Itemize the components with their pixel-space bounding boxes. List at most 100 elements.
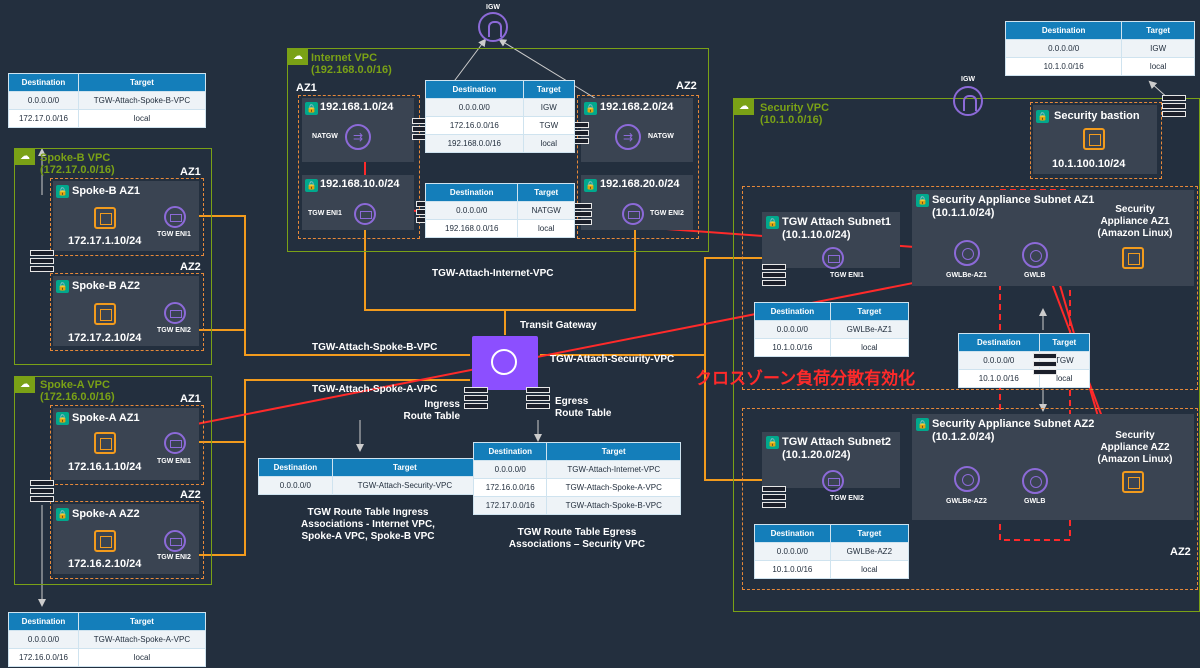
tgw-subnet-az1-cidr: 192.168.10.0/24	[320, 178, 400, 190]
appliance-subnet-az1-name: Security Appliance Subnet AZ1 (10.1.1.0/…	[932, 194, 1095, 219]
spoke-b-az2-ip: 172.17.2.10/24	[68, 332, 142, 344]
table-row: 10.1.0.0/16 local	[1004, 57, 1195, 76]
cell: 10.1.0.0/16	[754, 560, 831, 579]
security-appliance-icon	[1122, 247, 1144, 269]
target-header: Target	[1121, 21, 1195, 40]
public-subnet-az1-cidr: 192.168.1.0/24	[320, 101, 394, 113]
route-table-icon	[30, 480, 54, 502]
cross-zone-annotation: クロスゾーン負荷分散有効化	[695, 369, 916, 388]
table-row: 0.0.0.0/0 IGW	[1004, 39, 1195, 58]
gwlb-icon	[1022, 468, 1048, 494]
internet-vpc-cidr: (192.168.0.0/16)	[311, 64, 392, 76]
lock-icon: 🔒	[56, 508, 69, 521]
target-header: Target	[546, 442, 681, 461]
destination-header: Destination	[425, 80, 524, 99]
cell: TGW	[522, 116, 576, 135]
table-row: 172.17.0.0/16 TGW-Attach-Spoke-B-VPC	[472, 496, 681, 515]
cell: local	[829, 560, 910, 579]
target-header: Target	[331, 458, 479, 477]
transit-gateway-icon	[472, 336, 538, 390]
security-az2-label: AZ2	[1170, 546, 1191, 558]
spoke-a-az2-name: Spoke-A AZ2	[72, 508, 140, 520]
tgw-ingress-route-table: Destination Target 0.0.0.0/0 TGW-Attach-Se…	[258, 458, 479, 495]
natgw-label: NATGW	[312, 133, 338, 140]
gwlb-az1-label: GWLB	[1024, 272, 1046, 279]
cell: TGW-Attach-Spoke-B-VPC	[546, 496, 681, 515]
cell: local	[1121, 57, 1195, 76]
security-mid-route-table: Destination Target 0.0.0.0/0 TGW 10.1.0.0/…	[958, 333, 1091, 388]
table-row: 10.1.0.0/16 local	[958, 369, 1091, 388]
tgw-eni1-label: TGW ENI1	[308, 210, 342, 217]
cell: 172.17.0.0/16	[8, 109, 79, 128]
cloud-icon: ☁	[15, 377, 35, 393]
destination-header: Destination	[1004, 21, 1123, 40]
target-header: Target	[517, 183, 575, 202]
spoke-a-cidr: (172.16.0.0/16)	[40, 391, 115, 403]
table-row: 192.168.0.0/16 local	[425, 134, 576, 153]
tgw-eni2-label: TGW ENI2	[650, 210, 684, 217]
cell: 0.0.0.0/0	[1004, 39, 1123, 58]
cell: TGW-Attach-Security-VPC	[331, 476, 479, 495]
cell: 0.0.0.0/0	[258, 476, 333, 495]
cell: local	[517, 219, 575, 238]
cell: 0.0.0.0/0	[8, 630, 79, 649]
security-top-route-table: Destination Target 0.0.0.0/0 IGW 10.1.0.0/…	[1004, 21, 1195, 76]
spoke-b-az1-ip: 172.17.1.10/24	[68, 235, 142, 247]
appliance-az1-label: Security Appliance AZ1 (Amazon Linux)	[1097, 204, 1173, 239]
cell: 172.17.0.0/16	[472, 496, 548, 515]
cell: 0.0.0.0/0	[8, 91, 79, 110]
lock-icon: 🔒	[56, 412, 69, 425]
cell: 10.1.0.0/16	[958, 369, 1040, 388]
egress-label: Egress Route Table	[555, 396, 612, 419]
attach-spoke-b-label: TGW-Attach-Spoke-B-VPC	[312, 342, 438, 353]
lock-icon: 🔒	[305, 102, 318, 115]
cell: TGW-Attach-Spoke-A-VPC	[546, 478, 681, 497]
spoke-b-eni1: TGW ENI1	[157, 231, 191, 238]
lock-icon: 🔒	[305, 179, 318, 192]
spoke-b-az2-name: Spoke-B AZ2	[72, 280, 141, 292]
natgw-label: NATGW	[648, 133, 674, 140]
cell: IGW	[1121, 39, 1195, 58]
cell: TGW-Attach-Internet-VPC	[546, 460, 681, 479]
lock-icon: 🔒	[766, 216, 779, 229]
spoke-a-az1-name: Spoke-A AZ1	[72, 412, 140, 424]
lock-icon: 🔒	[584, 102, 597, 115]
cell: local	[77, 648, 207, 667]
table-row: 0.0.0.0/0 TGW-Attach-Spoke-A-VPC	[8, 630, 207, 649]
security-vpc-cidr: (10.1.0.0/16)	[760, 114, 823, 126]
tgw-attach-subnet2-route-table: Destination Target 0.0.0.0/0 GWLBe-AZ2 10.…	[754, 524, 910, 579]
cell: 10.1.0.0/16	[1004, 57, 1123, 76]
spoke-b-route-table: Destination Target 0.0.0.0/0 TGW-Attach-Sp…	[8, 73, 207, 128]
target-header: Target	[77, 73, 207, 92]
table-row: 10.1.0.0/16 local	[754, 560, 910, 579]
cell: GWLBe-AZ2	[829, 542, 910, 561]
cell: 0.0.0.0/0	[958, 351, 1040, 370]
egress-caption: TGW Route Table Egress Associations – Se…	[508, 527, 646, 550]
security-appliance-icon	[1122, 471, 1144, 493]
table-row: 10.1.0.0/16 local	[754, 338, 910, 357]
gwlb-endpoint-icon	[954, 240, 980, 266]
target-header: Target	[77, 612, 207, 631]
table-row: 0.0.0.0/0 GWLBe-AZ2	[754, 542, 910, 561]
internet-gateway-icon	[478, 12, 508, 42]
ingress-label: Ingress Route Table	[403, 399, 460, 422]
route-table-icon	[1033, 353, 1057, 375]
tgw-eni-icon	[822, 470, 844, 492]
table-row: 0.0.0.0/0 NATGW	[424, 201, 575, 220]
cell: 10.1.0.0/16	[754, 338, 831, 357]
internet-private-route-table: Destination Target 0.0.0.0/0 NATGW 192.168…	[424, 183, 575, 238]
cell: 172.16.0.0/16	[472, 478, 548, 497]
attach-spoke-a-label: TGW-Attach-Spoke-A-VPC	[312, 384, 438, 395]
ingress-caption: TGW Route Table Ingress Associations - I…	[301, 507, 435, 542]
lock-icon: 🔒	[916, 194, 929, 207]
lock-icon: 🔒	[916, 418, 929, 431]
route-table-icon	[762, 486, 786, 508]
cloud-icon: ☁	[734, 99, 754, 115]
spoke-a-az1-label: AZ1	[180, 393, 201, 405]
spoke-a-eni2: TGW ENI2	[157, 554, 191, 561]
tgw-eni-icon	[164, 432, 186, 454]
cloud-icon: ☁	[288, 49, 308, 65]
spoke-b-az1-name: Spoke-B AZ1	[72, 185, 141, 197]
gwlb-icon	[1022, 242, 1048, 268]
tgw-eni-icon	[164, 302, 186, 324]
